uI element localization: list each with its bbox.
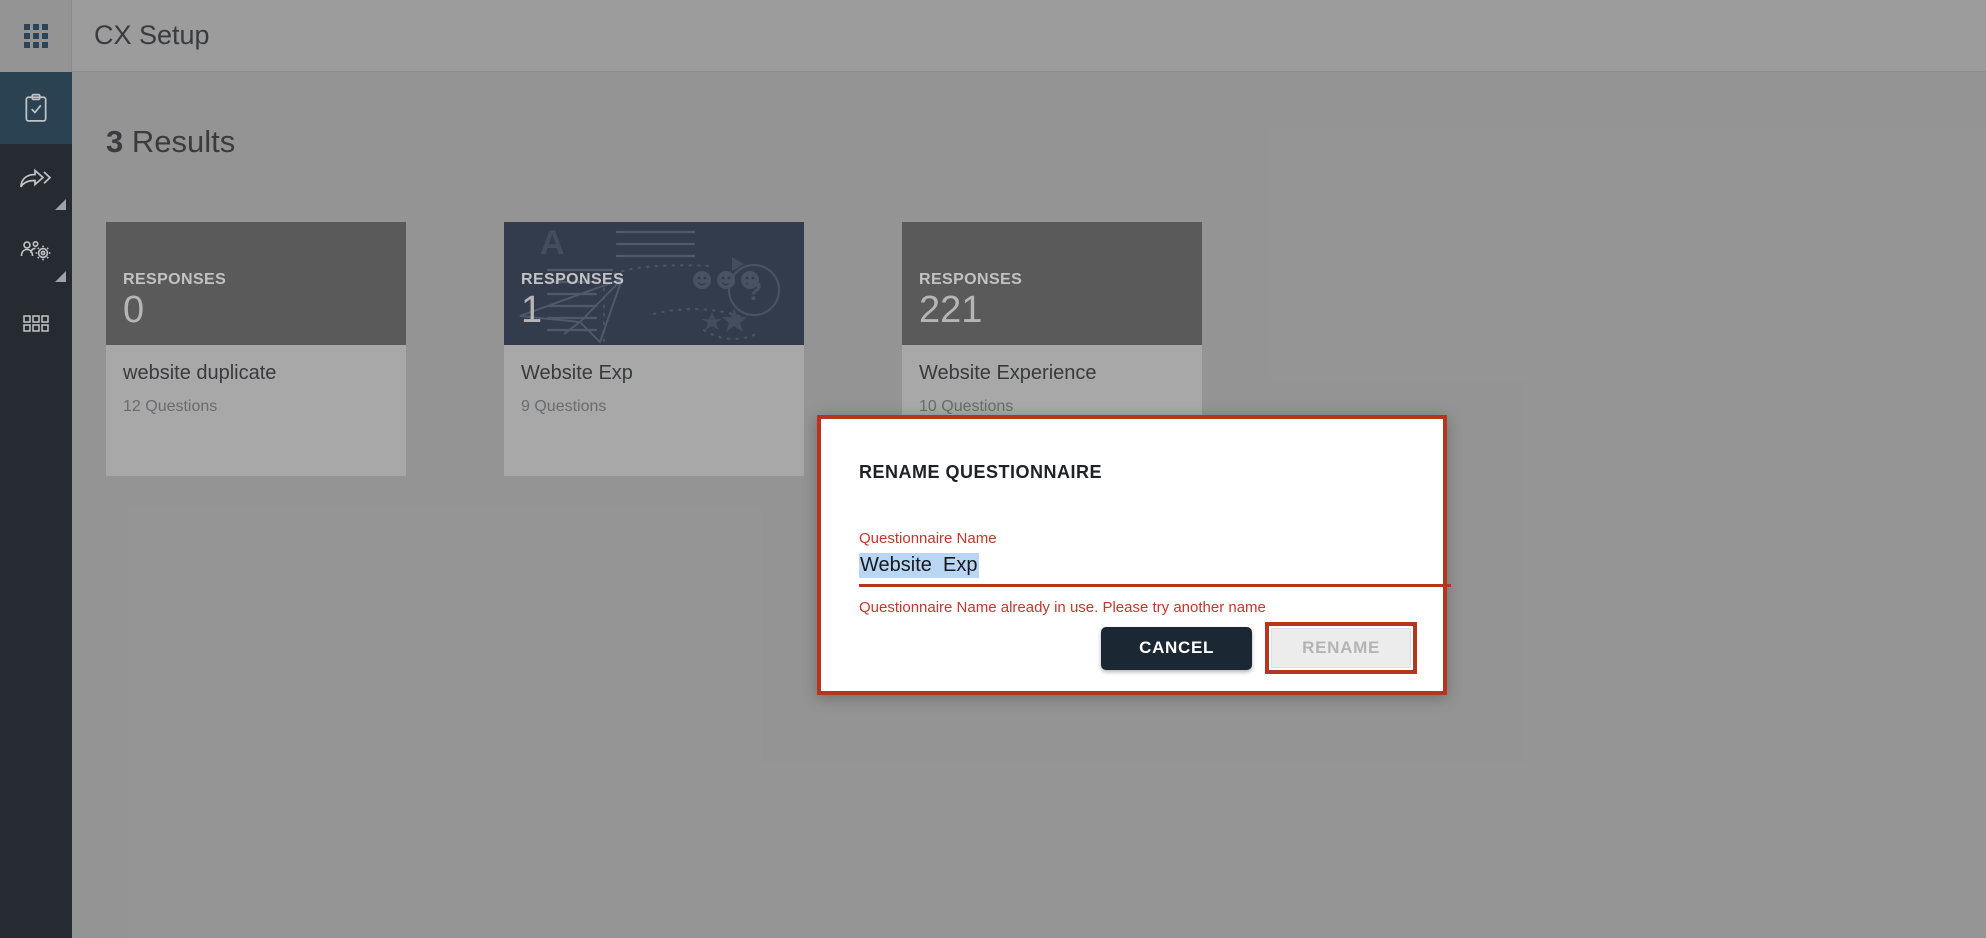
dialog-actions: CANCEL RENAME [1101,622,1417,674]
questionnaire-name-label: Questionnaire Name [859,530,997,547]
rename-button[interactable]: RENAME [1271,628,1411,668]
dialog-title: RENAME QUESTIONNAIRE [859,462,1103,482]
cancel-button[interactable]: CANCEL [1101,626,1253,670]
rename-button-highlight: RENAME [1265,622,1417,674]
questionnaire-name-field-group: Questionnaire Name Website Exp Questionn… [859,530,1451,616]
questionnaire-name-input[interactable]: Website Exp [859,553,980,578]
app-root: CX Setup 3 Results RESPONSES 0 website d… [0,0,1986,938]
validation-error-message: Questionnaire Name already in use. Pleas… [859,599,1266,616]
rename-questionnaire-dialog: RENAME QUESTIONNAIRE Questionnaire Name … [817,415,1451,695]
input-underline [859,584,1451,587]
